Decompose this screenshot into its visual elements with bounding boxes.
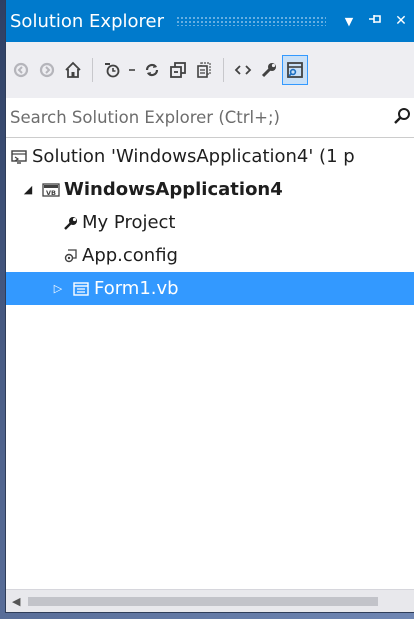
search-button[interactable] (392, 106, 412, 130)
pin-button[interactable] (362, 13, 388, 29)
toolbar (6, 42, 414, 98)
tree-item-my-project[interactable]: My Project (6, 206, 414, 239)
show-all-files-button[interactable] (191, 55, 217, 85)
sync-button[interactable] (139, 55, 165, 85)
close-button[interactable]: ✕ (388, 13, 414, 29)
collapsed-arrow-icon[interactable]: ▷ (50, 282, 66, 295)
tree-item-solution[interactable]: Solution 'WindowsApplication4' (1 p (6, 140, 414, 173)
horizontal-scrollbar[interactable]: ◀ (6, 589, 414, 612)
window-menu-button[interactable]: ▼ (336, 15, 362, 28)
forward-icon (39, 62, 55, 78)
search-input[interactable] (6, 98, 382, 136)
expanded-arrow-icon[interactable]: ◢ (20, 183, 36, 196)
form-file-icon (72, 280, 90, 298)
tree-item-label: My Project (82, 212, 176, 233)
scrollbar-thumb[interactable] (28, 597, 378, 606)
toolbar-separator (92, 58, 93, 82)
vb-project-icon: VB (42, 181, 60, 199)
solution-explorer-panel: Solution Explorer ▼ ✕ Search Solution Ex… (6, 0, 414, 612)
properties-button[interactable] (256, 55, 282, 85)
tree-item-label: Solution 'WindowsApplication4' (1 p (32, 146, 355, 167)
collapse-all-icon (170, 62, 186, 78)
pending-changes-icon (105, 63, 120, 78)
scroll-left-icon[interactable]: ◀ (12, 595, 20, 608)
pin-icon (369, 15, 381, 23)
search-icon (394, 108, 410, 124)
tree-item-project[interactable]: ◢ VB WindowsApplication4 (6, 173, 414, 206)
solution-icon (10, 148, 28, 166)
panel-titlebar: Solution Explorer ▼ ✕ (6, 0, 414, 42)
panel-title: Solution Explorer (10, 10, 164, 32)
forward-button[interactable] (34, 55, 60, 85)
search-box (6, 98, 414, 138)
wrench-icon (64, 214, 78, 232)
back-button[interactable] (8, 55, 34, 85)
tree-item-app-config[interactable]: App.config (6, 239, 414, 272)
view-code-icon (234, 65, 252, 75)
title-grip[interactable] (176, 16, 326, 26)
view-code-button[interactable] (230, 55, 256, 85)
sync-icon (145, 63, 159, 77)
dropdown-icon (129, 69, 135, 71)
home-icon (65, 61, 81, 78)
tree-item-label: WindowsApplication4 (64, 179, 283, 200)
preview-icon (287, 62, 303, 78)
show-all-files-icon (197, 62, 211, 78)
collapse-all-button[interactable] (165, 55, 191, 85)
tree-item-label: App.config (82, 245, 178, 266)
toolbar-separator (223, 58, 224, 82)
tree-item-label: Form1.vb (94, 278, 179, 299)
back-icon (13, 62, 29, 78)
pending-changes-dropdown[interactable] (125, 55, 139, 85)
config-file-icon (64, 247, 78, 265)
preview-button[interactable] (282, 55, 308, 85)
pending-changes-button[interactable] (99, 55, 125, 85)
properties-icon (261, 63, 276, 78)
solution-tree: Solution 'WindowsApplication4' (1 p ◢ VB… (6, 140, 414, 305)
svg-text:VB: VB (46, 189, 56, 197)
tree-item-form1[interactable]: ▷ Form1.vb (6, 272, 414, 305)
home-button[interactable] (60, 55, 86, 85)
